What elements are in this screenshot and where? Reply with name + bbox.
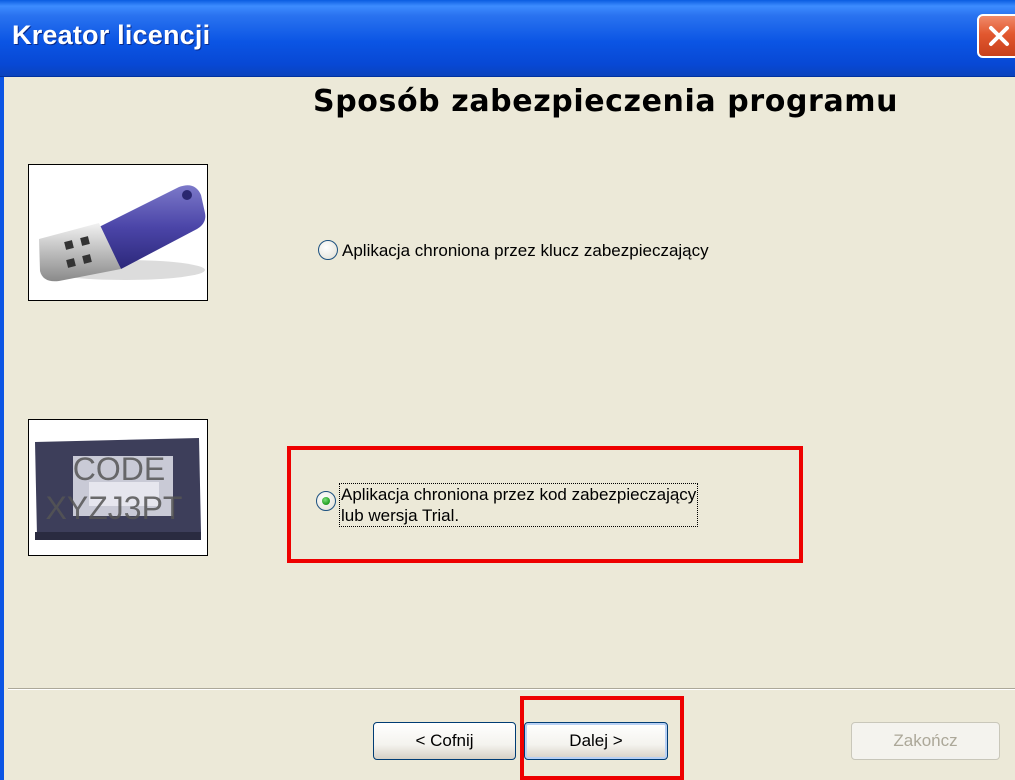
option-usb-key[interactable]: Aplikacja chroniona przez klucz zabezpie…: [318, 240, 709, 261]
window-border: [0, 77, 4, 780]
finish-button[interactable]: Zakończ: [851, 722, 1000, 760]
close-button[interactable]: [977, 14, 1015, 58]
next-highlight-box: [520, 696, 684, 780]
option-highlight-box: [287, 446, 803, 563]
window-title: Kreator licencji: [12, 20, 211, 50]
title-bar: Kreator licencji: [0, 0, 1015, 77]
code-text-line2: XYZJ3PT: [46, 490, 183, 526]
code-card-image: CODE XYZJ3PT: [28, 419, 208, 556]
usb-key-image: [28, 164, 208, 301]
page-title: Sposób zabezpieczenia programu: [313, 84, 899, 119]
usb-key-radio[interactable]: [318, 240, 338, 260]
floppy-card-icon: CODE XYZJ3PT: [35, 438, 201, 540]
footer-separator: [8, 688, 1015, 690]
code-text-line1: CODE: [73, 451, 165, 487]
usb-key-icon: [39, 185, 206, 282]
usb-key-label: Aplikacja chroniona przez klucz zabezpie…: [342, 241, 709, 260]
close-icon: [989, 26, 1009, 46]
back-button[interactable]: < Cofnij: [373, 722, 516, 760]
